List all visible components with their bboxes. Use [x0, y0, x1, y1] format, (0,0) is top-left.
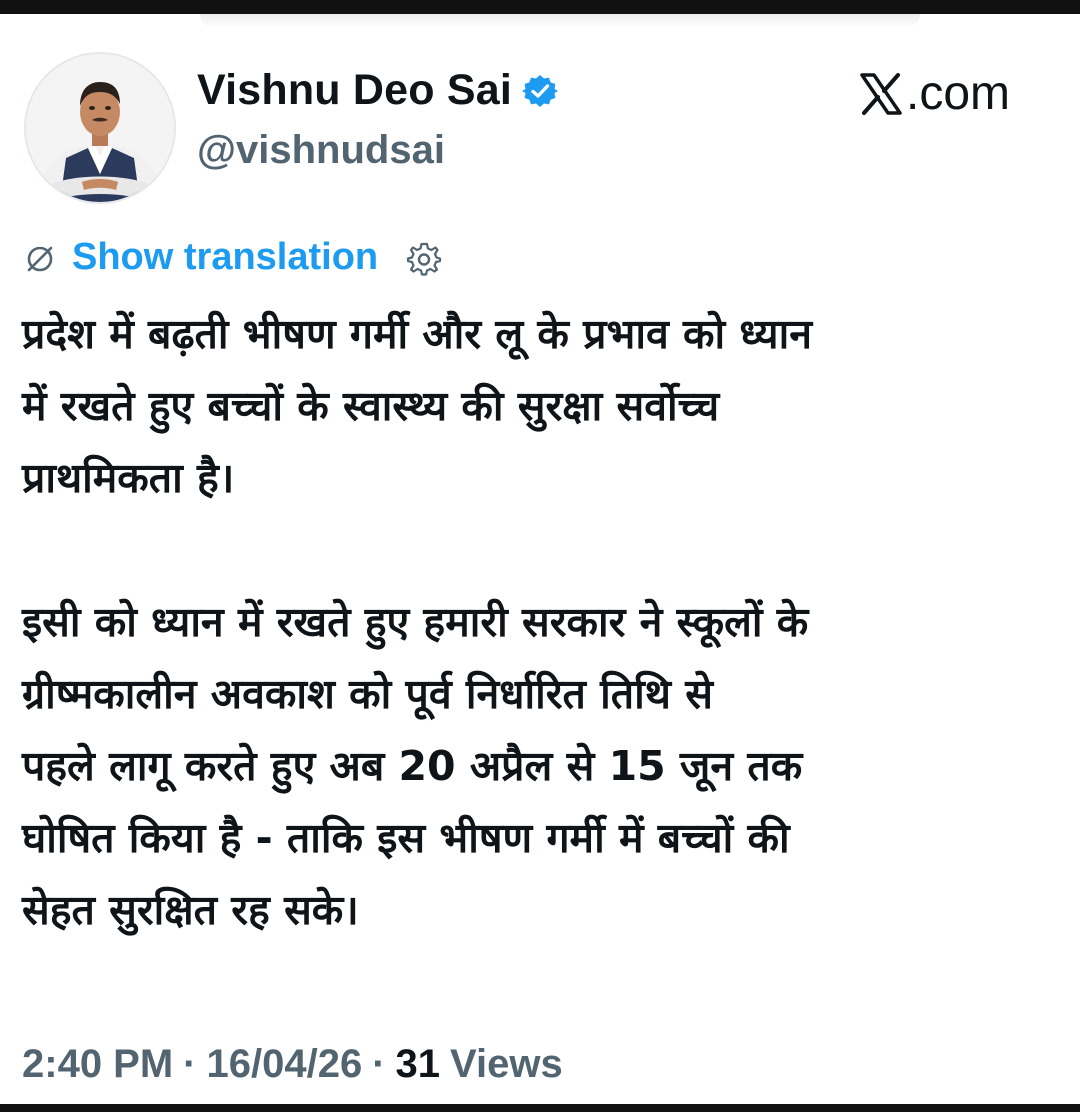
screen-top-edge: [0, 0, 1080, 14]
author-name-row[interactable]: Vishnu Deo Sai: [197, 66, 559, 115]
translate-icon: [22, 240, 58, 276]
tweet-paragraph: प्रदेश में बढ़ती भीषण गर्मी और लू के प्र…: [22, 310, 812, 502]
author-display-name[interactable]: Vishnu Deo Sai: [197, 66, 512, 115]
brand-text: .com: [906, 67, 1011, 120]
tweet-meta: 2:40 PM · 16/04/26 · 31 Views: [22, 1042, 563, 1087]
show-translation-link[interactable]: Show translation: [72, 236, 378, 279]
views-count: 31: [395, 1042, 441, 1086]
tweet-paragraph: इसी को ध्यान में रखते हुए हमारी सरकार ने…: [22, 598, 809, 934]
translation-row: Show translation: [22, 236, 442, 279]
brand-x-com: .com: [858, 66, 1010, 121]
author-handle[interactable]: @vishnudsai: [197, 128, 445, 173]
avatar[interactable]: [24, 52, 176, 204]
verified-badge-icon: [522, 73, 559, 109]
top-shadow: [200, 14, 920, 28]
meta-separator: ·: [372, 1042, 386, 1086]
gear-icon[interactable]: [406, 240, 442, 276]
x-logo-icon: [858, 71, 904, 117]
meta-separator: ·: [183, 1042, 197, 1086]
tweet-text: प्रदेश में बढ़ती भीषण गर्मी और लू के प्र…: [22, 298, 1062, 946]
views-label: Views: [450, 1042, 563, 1086]
screen-bottom-edge: [0, 1104, 1080, 1112]
avatar-portrait: [26, 54, 174, 202]
tweet-date[interactable]: 16/04/26: [207, 1042, 363, 1087]
tweet-time[interactable]: 2:40 PM: [22, 1042, 173, 1087]
